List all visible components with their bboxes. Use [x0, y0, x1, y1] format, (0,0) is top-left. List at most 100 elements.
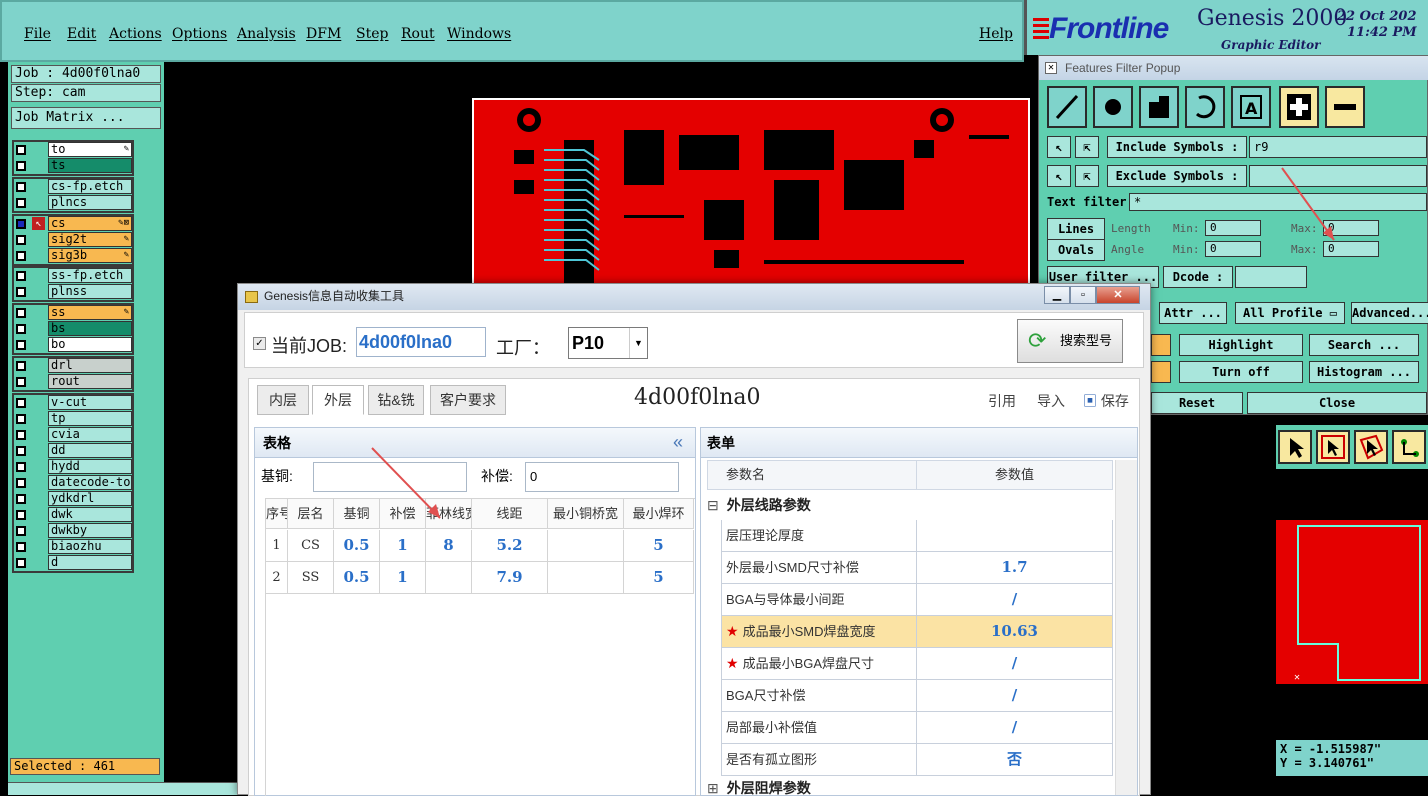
- surface-tool[interactable]: [1139, 86, 1179, 128]
- layer-row[interactable]: plncs: [14, 195, 132, 211]
- form-section-outer-mask[interactable]: ⊞ 外层阻焊参数: [707, 778, 1113, 795]
- layer-row[interactable]: tp: [14, 411, 132, 427]
- ovals-toggle[interactable]: Ovals: [1047, 239, 1105, 261]
- include-arrow-alt-icon[interactable]: ⇱: [1075, 136, 1099, 158]
- menu-analysis[interactable]: Analysis: [237, 26, 296, 42]
- layer-row[interactable]: d: [14, 555, 132, 571]
- include-arrow-icon[interactable]: ↖: [1047, 136, 1071, 158]
- table-row[interactable]: 2 SS 0.5 1 7.9 5: [266, 562, 696, 594]
- layer-name[interactable]: dd: [48, 443, 132, 458]
- menu-step[interactable]: Step: [356, 26, 388, 42]
- save-button[interactable]: ▣ 保存: [1083, 391, 1129, 411]
- layer-name[interactable]: sig3b ✎: [48, 248, 132, 263]
- layer-checkbox[interactable]: [16, 430, 26, 440]
- layer-name[interactable]: ss-fp.etch: [48, 268, 132, 283]
- negative-polarity-tool[interactable]: [1325, 86, 1365, 128]
- layer-name[interactable]: ts: [48, 158, 132, 173]
- layer-checkbox[interactable]: [16, 145, 26, 155]
- layer-name[interactable]: ydkdrl: [48, 491, 132, 506]
- grid-cell[interactable]: SS: [288, 562, 334, 594]
- layer-row[interactable]: ss-fp.etch: [14, 268, 132, 284]
- pad-tool[interactable]: [1093, 86, 1133, 128]
- layer-checkbox[interactable]: [16, 558, 26, 568]
- grid-header-cell[interactable]: 补偿: [380, 499, 426, 529]
- job-checkbox[interactable]: ✓: [253, 337, 266, 350]
- dcode-input[interactable]: [1235, 266, 1307, 288]
- param-value[interactable]: [917, 520, 1113, 552]
- base-copper-input[interactable]: [313, 462, 467, 492]
- layer-name[interactable]: ss ✎: [48, 305, 132, 320]
- tab-drill-mill[interactable]: 钻&铣: [368, 385, 424, 415]
- mini-view[interactable]: ✕: [1276, 470, 1428, 732]
- job-matrix-button[interactable]: Job Matrix ...: [11, 107, 161, 129]
- search-model-button[interactable]: ⟳ 搜索型号: [1017, 319, 1123, 363]
- form-row[interactable]: 外层最小SMD尺寸补偿 1.7: [701, 552, 1113, 584]
- layer-row[interactable]: biaozhu: [14, 539, 132, 555]
- form-row[interactable]: 是否有孤立图形 否: [701, 744, 1113, 776]
- layer-checkbox[interactable]: [16, 182, 26, 192]
- param-value[interactable]: 1.7: [917, 552, 1113, 584]
- arc-tool[interactable]: [1185, 86, 1225, 128]
- layer-checkbox[interactable]: [16, 235, 26, 245]
- layer-name[interactable]: bs: [48, 321, 132, 336]
- positive-polarity-tool[interactable]: [1279, 86, 1319, 128]
- layer-name[interactable]: cvia: [48, 427, 132, 442]
- grid-header-cell[interactable]: 菲林线宽: [426, 499, 472, 529]
- pcb-graphic-view[interactable]: [472, 98, 1030, 288]
- layer-checkbox[interactable]: [16, 462, 26, 472]
- grid-cell[interactable]: 5.2: [472, 530, 548, 562]
- import-button[interactable]: 导入: [1037, 391, 1065, 411]
- reset-button[interactable]: Reset: [1151, 392, 1243, 414]
- layer-name[interactable]: rout: [48, 374, 132, 389]
- layer-row[interactable]: hydd: [14, 459, 132, 475]
- angle-min-input[interactable]: 0: [1205, 241, 1261, 257]
- layer-row[interactable]: ts: [14, 158, 132, 174]
- layer-row[interactable]: to ✎: [14, 142, 132, 158]
- layer-row[interactable]: plnss: [14, 284, 132, 300]
- select-arrow-tool[interactable]: [1278, 430, 1312, 464]
- text-filter-input[interactable]: *: [1129, 193, 1427, 211]
- layer-name[interactable]: d: [48, 555, 132, 570]
- param-value[interactable]: 否: [917, 744, 1113, 776]
- grid-cell[interactable]: 1: [380, 530, 426, 562]
- layer-name[interactable]: dwkby: [48, 523, 132, 538]
- layer-name[interactable]: plncs: [48, 195, 132, 210]
- tab-customer-req[interactable]: 客户要求: [430, 385, 506, 415]
- grid-header-cell[interactable]: 最小铜桥宽: [548, 499, 624, 529]
- menu-edit[interactable]: Edit: [67, 26, 96, 42]
- layer-row[interactable]: bo: [14, 337, 132, 353]
- grid-cell[interactable]: CS: [288, 530, 334, 562]
- profile-select[interactable]: All Profile ▭: [1235, 302, 1345, 324]
- attr-button[interactable]: Attr ...: [1159, 302, 1227, 324]
- exclude-symbols-input[interactable]: [1249, 165, 1427, 187]
- grid-header-cell[interactable]: 线距: [472, 499, 548, 529]
- form-row[interactable]: 层压理论厚度: [701, 520, 1113, 552]
- param-value[interactable]: /: [917, 712, 1113, 744]
- layer-name[interactable]: v-cut: [48, 395, 132, 410]
- layer-checkbox[interactable]: [16, 398, 26, 408]
- current-job-input[interactable]: 4d00f0lna0: [356, 327, 486, 357]
- layer-row[interactable]: sig2t ✎: [14, 232, 132, 248]
- layer-checkbox[interactable]: [16, 324, 26, 334]
- form-row[interactable]: ★ 成品最小SMD焊盘宽度 10.63: [701, 616, 1113, 648]
- layer-checkbox[interactable]: [16, 340, 26, 350]
- grid-cell[interactable]: 0.5: [334, 562, 380, 594]
- layer-checkbox[interactable]: [16, 542, 26, 552]
- menu-dfm[interactable]: DFM: [306, 26, 341, 42]
- grid-header-cell[interactable]: 基铜: [334, 499, 380, 529]
- layer-row[interactable]: sig3b ✎: [14, 248, 132, 264]
- form-scrollbar[interactable]: [1115, 460, 1137, 795]
- lines-toggle[interactable]: Lines: [1047, 218, 1105, 240]
- layer-name[interactable]: cs ✎⊠: [48, 216, 132, 231]
- layer-row[interactable]: dwkby: [14, 523, 132, 539]
- layer-name[interactable]: to ✎: [48, 142, 132, 157]
- layer-name[interactable]: cs-fp.etch: [48, 179, 132, 194]
- layer-name[interactable]: sig2t ✎: [48, 232, 132, 247]
- exclude-arrow-icon[interactable]: ↖: [1047, 165, 1071, 187]
- layer-checkbox[interactable]: [16, 478, 26, 488]
- maximize-button[interactable]: ▫: [1070, 286, 1096, 304]
- layer-name[interactable]: dwk: [48, 507, 132, 522]
- layer-row[interactable]: dd: [14, 443, 132, 459]
- layer-checkbox[interactable]: [16, 161, 26, 171]
- advanced-button[interactable]: Advanced...: [1351, 302, 1428, 324]
